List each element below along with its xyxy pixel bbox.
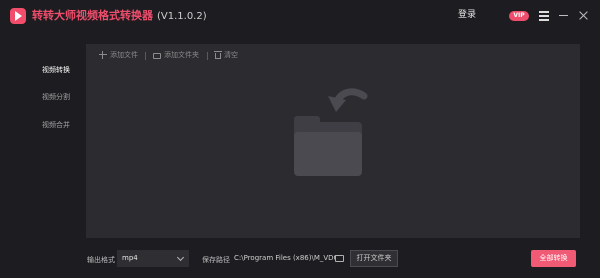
plus-icon [99,51,107,59]
login-link[interactable]: 登录 [458,8,476,22]
file-toolbar: 添加文件 添加文件夹 清空 [86,44,580,66]
minimize-icon[interactable] [559,15,568,16]
app-logo-icon [10,8,26,24]
format-value: mp4 [122,254,138,262]
add-folder-button[interactable]: 添加文件夹 [153,50,199,60]
menu-icon[interactable] [539,11,549,21]
app-title: 转转大师视频格式转换器 (V1.1.0.2) [32,8,207,25]
import-arrow-icon [328,88,368,112]
toolbar-divider [145,52,146,60]
vip-badge[interactable]: VIP [509,11,529,21]
sidebar-item-video-merge[interactable]: 视频合并 [42,120,70,130]
toolbar-divider [207,52,208,60]
format-select[interactable]: mp4 [117,250,189,267]
add-folder-label: 添加文件夹 [164,51,199,59]
add-file-button[interactable]: 添加文件 [99,50,138,60]
browse-folder-icon[interactable] [335,255,344,262]
file-list-area[interactable]: 添加文件 添加文件夹 清空 [86,44,580,238]
format-label: 输出格式 [87,256,115,264]
add-file-label: 添加文件 [110,51,138,59]
folder-icon [153,52,161,59]
open-folder-button[interactable]: 打开文件夹 [350,250,398,267]
sidebar: 视频转换 视频分割 视频合并 [0,44,84,244]
sidebar-item-video-convert[interactable]: 视频转换 [42,65,70,75]
chevron-down-icon [176,253,185,262]
close-icon[interactable] [578,10,589,21]
clear-label: 清空 [224,51,238,59]
bottom-bar: 输出格式 mp4 保存路径 C:\Program Files (x86)\M_V… [0,246,600,270]
app-name: 转转大师视频格式转换器 [32,9,153,22]
title-bar: 转转大师视频格式转换器 (V1.1.0.2) 登录 VIP [0,0,600,32]
trash-icon [214,51,222,59]
app-version: (V1.1.0.2) [157,11,207,22]
save-path-field[interactable]: C:\Program Files (x86)\M_VDC [234,250,346,267]
convert-all-button[interactable]: 全部转换 [531,250,576,267]
clear-button[interactable]: 清空 [214,50,238,60]
drop-zone[interactable] [276,80,376,180]
save-path-label: 保存路径 [202,256,230,264]
sidebar-item-video-split[interactable]: 视频分割 [42,92,70,102]
